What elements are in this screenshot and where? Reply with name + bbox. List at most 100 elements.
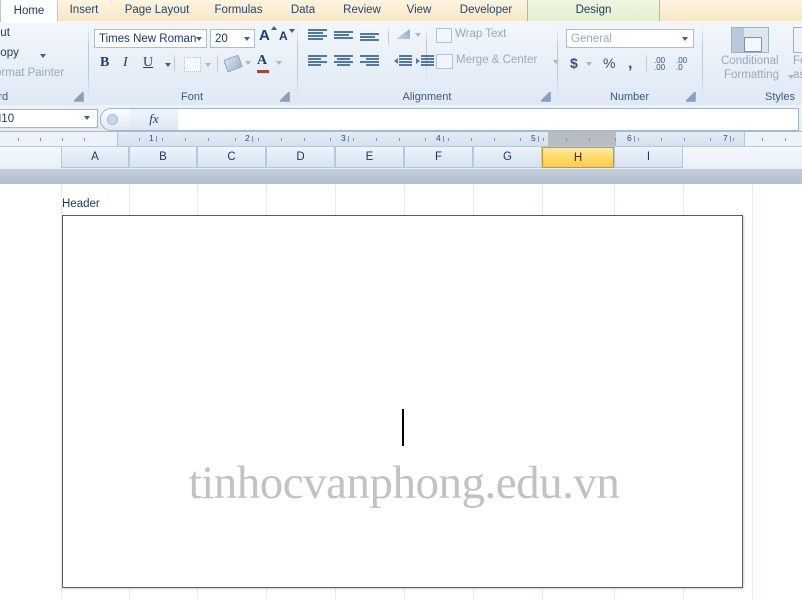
number-inner-divider: [646, 53, 647, 75]
column-header-f[interactable]: F: [404, 147, 473, 168]
chevron-down-icon: [40, 54, 46, 58]
bold-button[interactable]: B: [100, 55, 109, 71]
align-right-button[interactable]: [360, 55, 379, 68]
ribbon: Cut Copy Format Painter board Times New …: [0, 21, 802, 106]
column-header-i[interactable]: I: [614, 147, 683, 168]
alignment-inner-divider: [388, 27, 389, 47]
header-section-label: Header: [62, 198, 100, 210]
page-top-margin-band: [0, 169, 802, 184]
formula-bar-expand-dot-icon: [107, 114, 118, 125]
clipboard-dialog-launcher[interactable]: [74, 92, 84, 102]
copy-button[interactable]: Copy: [0, 47, 46, 59]
borders-icon: [184, 57, 201, 72]
underline-chevron-icon: [165, 63, 171, 67]
clipboard-group-title: board: [0, 91, 9, 103]
increase-decimal-button[interactable]: .00 .00: [654, 57, 665, 73]
ribbon-group-clipboard: Cut Copy Format Painter board: [0, 21, 88, 105]
percent-label: %: [603, 55, 616, 71]
number-dialog-launcher[interactable]: [686, 92, 696, 102]
number-format-combo[interactable]: General: [566, 29, 694, 48]
arrow-down-icon: [289, 29, 295, 33]
tab-data[interactable]: Data: [275, 0, 331, 21]
format-painter-label: Format Painter: [0, 67, 65, 79]
tab-developer[interactable]: Developer: [445, 0, 527, 21]
tab-formulas[interactable]: Formulas: [202, 0, 275, 21]
name-box-value: H10: [0, 113, 15, 125]
decrease-decimal-button[interactable]: .00 .0: [676, 57, 687, 73]
page-sheet-area[interactable]: tinhocvanphong.edu.vn: [62, 215, 743, 588]
ruler-number-4: 4: [436, 133, 441, 143]
ruler-number-6: 6: [627, 133, 632, 143]
orientation-chevron-icon: [415, 33, 421, 37]
tab-view[interactable]: View: [393, 0, 445, 21]
bold-label: B: [100, 55, 110, 70]
decrease-indent-button[interactable]: [394, 55, 412, 68]
tab-review[interactable]: Review: [331, 0, 393, 21]
name-box-chevron-icon[interactable]: [84, 116, 90, 120]
column-header-b[interactable]: B: [129, 147, 197, 168]
column-header-g[interactable]: G: [473, 147, 542, 168]
formula-input[interactable]: [178, 108, 799, 131]
format-as-table-label-2: as Ta: [793, 69, 802, 81]
align-middle-button[interactable]: [334, 29, 353, 42]
column-header-row: A B C D E F G H I: [0, 147, 802, 169]
font-name-chevron-icon: [196, 37, 202, 41]
merge-center-label: Merge & Center: [456, 54, 538, 66]
ribbon-group-font: Times New Roman 20 A A B I U A Font: [89, 21, 295, 105]
font-group-title: Font: [180, 91, 203, 103]
watermark-text: tinhocvanphong.edu.vn: [188, 457, 620, 509]
grow-font-label: A: [259, 27, 270, 44]
shrink-font-button[interactable]: A: [279, 29, 295, 43]
column-header-c[interactable]: C: [197, 147, 266, 168]
shrink-font-label: A: [279, 29, 288, 43]
fill-color-chevron-icon: [245, 61, 251, 65]
cut-button[interactable]: Cut: [0, 27, 10, 39]
font-size-chevron-icon: [244, 37, 250, 41]
currency-button[interactable]: $: [570, 55, 592, 71]
align-top-button[interactable]: [308, 29, 327, 42]
font-dialog-launcher[interactable]: [280, 92, 290, 102]
ribbon-group-alignment: Wrap Text Merge & Center Alignment: [298, 21, 559, 105]
increase-decimal-sub: .00: [654, 63, 666, 72]
column-header-e[interactable]: E: [335, 147, 404, 168]
align-center-button[interactable]: [334, 55, 353, 68]
excel-window: Home Insert Page Layout Formulas Data Re…: [0, 0, 802, 600]
column-header-d[interactable]: D: [266, 147, 335, 168]
tab-insert[interactable]: Insert: [56, 0, 112, 21]
currency-label: $: [570, 55, 578, 71]
tab-page-layout[interactable]: Page Layout: [112, 0, 202, 21]
ruler-page-area: [117, 132, 745, 146]
grow-font-button[interactable]: A: [259, 26, 277, 44]
orientation-icon: [396, 29, 410, 39]
insert-function-button[interactable]: fx: [130, 108, 179, 131]
decrease-decimal-sub: .0: [676, 63, 683, 72]
font-color-button[interactable]: A: [257, 53, 282, 73]
wrap-text-label: Wrap Text: [455, 28, 507, 40]
font-name-combo[interactable]: Times New Roman: [94, 29, 207, 48]
alignment-inner-divider-2: [426, 27, 427, 79]
column-header-h[interactable]: H: [542, 147, 614, 168]
alignment-dialog-launcher[interactable]: [541, 92, 551, 102]
ruler-number-2: 2: [245, 133, 250, 143]
column-header-a[interactable]: A: [61, 147, 129, 168]
comma-button[interactable]: ,: [628, 55, 632, 73]
italic-button[interactable]: I: [123, 55, 128, 71]
ruler-number-1: 1: [149, 133, 154, 143]
align-left-button[interactable]: [308, 55, 327, 68]
alignment-group-title: Alignment: [402, 91, 452, 103]
font-inner-divider-2: [217, 53, 218, 75]
align-bottom-button[interactable]: [360, 29, 379, 42]
currency-chevron-icon: [586, 62, 592, 66]
conditional-formatting-badge-icon: [744, 37, 762, 52]
tab-design[interactable]: Design: [527, 0, 660, 21]
increase-indent-button[interactable]: [416, 55, 434, 68]
font-name-value: Times New Roman: [99, 33, 197, 45]
format-painter-button[interactable]: Format Painter: [0, 67, 64, 79]
horizontal-ruler[interactable]: 1 2 3 4 5 6 7: [0, 132, 802, 147]
styles-group-title: Styles: [765, 91, 795, 103]
ribbon-tab-bar: Home Insert Page Layout Formulas Data Re…: [0, 0, 802, 22]
underline-button[interactable]: U: [143, 55, 171, 71]
tab-home[interactable]: Home: [0, 0, 58, 22]
ruler-number-7: 7: [723, 133, 728, 143]
percent-button[interactable]: %: [603, 55, 615, 71]
